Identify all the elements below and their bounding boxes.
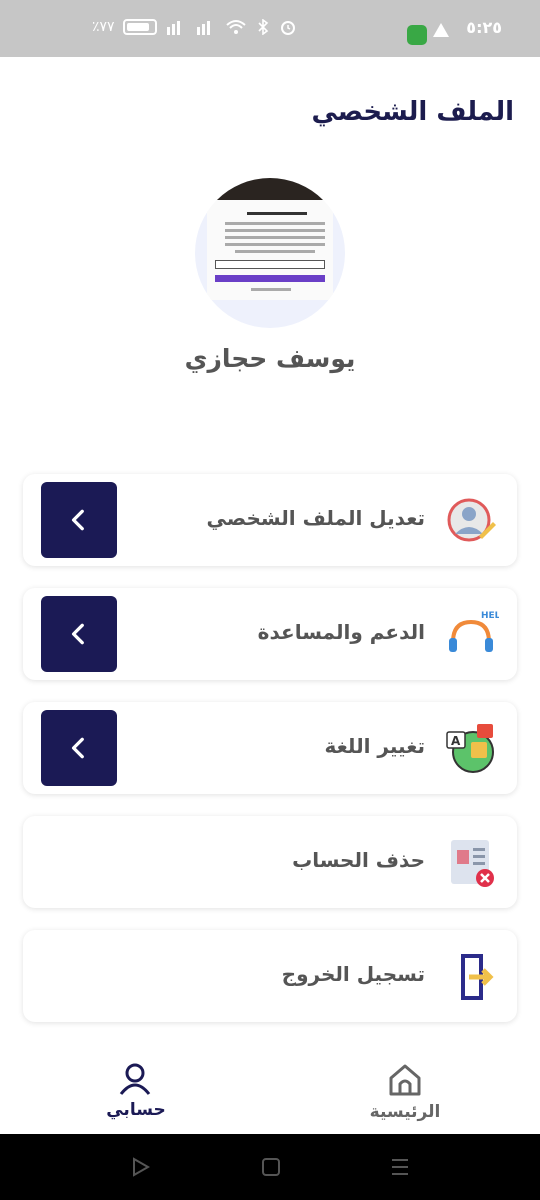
delete-account-icon (451, 840, 494, 887)
system-nav-bar (0, 1134, 540, 1200)
user-name: يوسف حجازي (184, 344, 356, 373)
nav-account[interactable]: حسابي (66, 1048, 206, 1134)
menu-item-label: حذف الحساب (292, 848, 425, 872)
menu-item-label: الدعم والمساعدة (257, 620, 425, 644)
user-icon (119, 1063, 151, 1095)
alarm-icon (280, 21, 295, 35)
bluetooth-icon (258, 19, 268, 35)
page-title: الملف الشخصي (311, 97, 514, 127)
menu-item-logout[interactable]: تسجيل الخروج (23, 930, 517, 1022)
battery-percent: ٪٧٧ (92, 19, 115, 35)
back-triangle-icon[interactable] (131, 1157, 151, 1177)
avatar-image-header (207, 178, 333, 200)
signal-icons (165, 18, 297, 36)
bottom-nav: حسابي الرئيسية (0, 1048, 540, 1134)
menu-item-help-support[interactable]: الدعم والمساعدة HELP (23, 588, 517, 680)
battery-icon (122, 19, 157, 35)
language-icon: A (446, 724, 494, 773)
chevron-left-button[interactable] (41, 710, 117, 786)
edit-profile-icon (447, 498, 496, 542)
header: الملف الشخصي (0, 57, 540, 167)
logout-icon (461, 954, 494, 1000)
signal-icon (166, 21, 180, 35)
chevron-left-icon (71, 509, 84, 531)
nav-home[interactable]: الرئيسية (335, 1048, 475, 1134)
menu-item-label: تسجيل الخروج (281, 962, 425, 986)
menu-item-delete-account[interactable]: حذف الحساب (23, 816, 517, 908)
chevron-left-button[interactable] (41, 596, 117, 672)
menu-item-edit-profile[interactable]: تعديل الملف الشخصي (23, 474, 517, 566)
menu-item-change-language[interactable]: تغيير اللغة A (23, 702, 517, 794)
avatar-image (207, 178, 333, 300)
svg-text:A: A (451, 734, 461, 748)
chevron-left-icon (71, 737, 84, 759)
help-support-icon: HELP (449, 611, 499, 652)
warning-icon (433, 23, 449, 37)
home-square-icon[interactable] (261, 1157, 281, 1177)
shield-icon (407, 25, 427, 45)
nav-home-label: الرئيسية (369, 1102, 441, 1122)
nav-account-label: حسابي (106, 1100, 166, 1120)
avatar[interactable] (195, 178, 345, 328)
signal-icon-2 (196, 21, 210, 35)
recents-menu-icon[interactable] (390, 1157, 410, 1177)
status-bar: ٪٧٧ ٥:٢٥ (0, 0, 540, 57)
chevron-left-button[interactable] (41, 482, 117, 558)
status-left: ٪٧٧ (92, 18, 297, 36)
status-time: ٥:٢٥ (466, 18, 502, 37)
menu-item-label: تغيير اللغة (324, 734, 425, 758)
wifi-icon (225, 20, 246, 34)
chevron-left-icon (71, 623, 84, 645)
menu-item-label: تعديل الملف الشخصي (206, 506, 425, 530)
home-icon (389, 1064, 421, 1096)
svg-text:HELP: HELP (481, 611, 499, 621)
